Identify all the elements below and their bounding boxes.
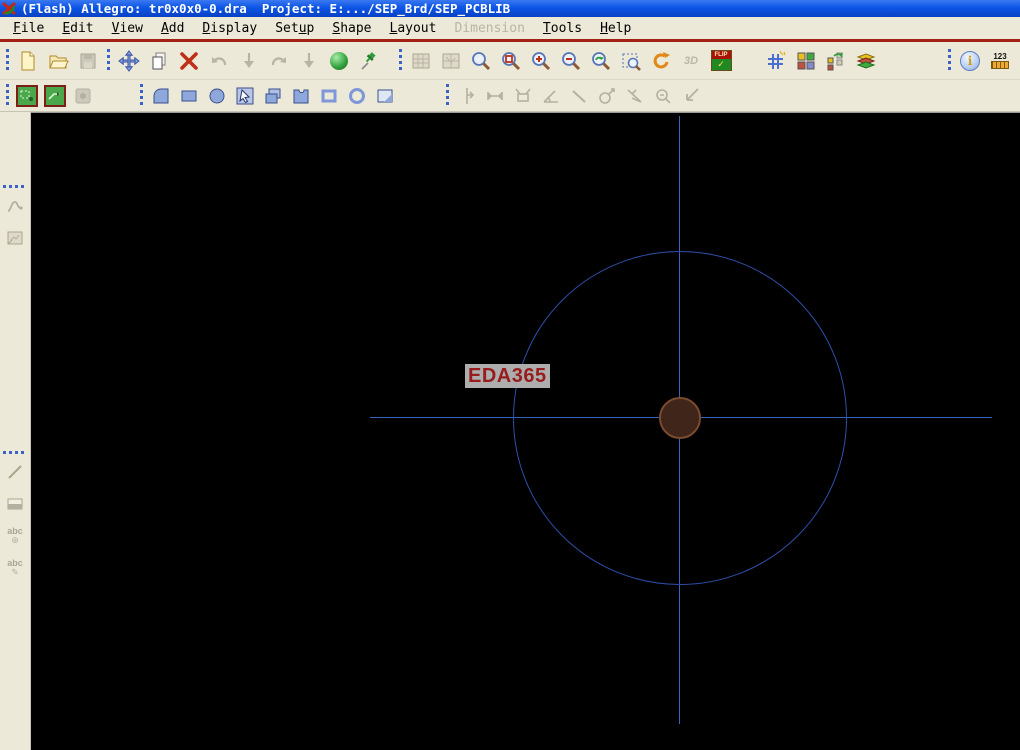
rats-components-button <box>437 47 465 75</box>
zoom-fit-button[interactable] <box>467 47 495 75</box>
shape-add-arc-button[interactable] <box>148 83 174 109</box>
eda365-label[interactable]: EDA365 <box>465 364 550 388</box>
zoom-points-button[interactable] <box>497 47 525 75</box>
rect-tool-button <box>2 490 28 518</box>
allegro-window: (Flash) Allegro: tr0x0x0-0.dra Project: … <box>0 0 1020 750</box>
menu-view[interactable]: View <box>103 19 152 38</box>
show-measure-button[interactable]: 123 <box>986 47 1014 75</box>
report-tool-button <box>2 224 28 252</box>
zoom-out-button[interactable] <box>557 47 585 75</box>
delete-button[interactable] <box>175 47 203 75</box>
menu-add[interactable]: Add <box>152 19 193 38</box>
toolbar-drag-handle[interactable] <box>5 82 10 109</box>
toolbar-drag-handle[interactable] <box>947 47 952 74</box>
shape-polygon-button[interactable] <box>288 83 314 109</box>
menu-file[interactable]: File <box>4 19 53 38</box>
menu-tools[interactable]: Tools <box>534 19 591 38</box>
color-dialog-button[interactable] <box>792 47 820 75</box>
new-file-button[interactable] <box>14 47 42 75</box>
toolbar-drag-handle[interactable] <box>445 82 450 109</box>
cancel-button <box>235 47 263 75</box>
shape-circle-unfilled-button[interactable] <box>344 83 370 109</box>
open-file-button[interactable] <box>44 47 72 75</box>
3d-icon: 3D <box>683 54 699 67</box>
app-icon <box>2 1 17 16</box>
shape-rect-unfilled-button[interactable] <box>316 83 342 109</box>
menu-dimension: Dimension <box>454 20 525 36</box>
sidebar-drag-handle[interactable] <box>2 184 28 189</box>
dim-leader-button <box>510 83 536 109</box>
menu-layout[interactable]: Layout <box>381 19 446 38</box>
dim-diameter-button <box>594 83 620 109</box>
toolbar-drag-handle[interactable] <box>106 47 111 74</box>
shape-select-button[interactable] <box>232 83 258 109</box>
menu-display[interactable]: Display <box>193 19 266 38</box>
dim-angular-button <box>538 83 564 109</box>
pad-center-dot[interactable] <box>659 397 701 439</box>
sidebar-drag-handle[interactable] <box>2 450 28 455</box>
spline-tool-button <box>2 192 28 220</box>
info-icon: i <box>960 50 980 71</box>
highlight-sphere-icon <box>330 51 348 70</box>
pad-route-icon <box>44 84 66 107</box>
dim-inspect-button <box>650 83 676 109</box>
grid-toggle-button[interactable] <box>762 47 790 75</box>
shadow-mode-button[interactable] <box>852 47 880 75</box>
shape-toolbar <box>0 80 1020 112</box>
design-canvas[interactable]: EDA365 <box>31 112 1020 750</box>
shape-add-circle-button[interactable] <box>204 83 230 109</box>
pad-board-icon <box>16 84 38 107</box>
ruler-icon <box>991 61 1009 69</box>
dim-linear-button <box>454 83 480 109</box>
shape-copy-button[interactable] <box>260 83 286 109</box>
dim-datum-button <box>678 83 704 109</box>
menu-bar: File Edit View Add Display Setup Shape Layout Di… <box>0 17 1020 39</box>
dim-cut-button <box>622 83 648 109</box>
repeat-button <box>295 47 323 75</box>
dim-diagonal-button <box>566 83 592 109</box>
main-area: abc ⊕ abc ✎ EDA365 <box>0 112 1020 750</box>
shape-corner-button[interactable] <box>372 83 398 109</box>
flip-design-button[interactable]: FLIP ✓ <box>707 47 735 75</box>
redraw-button[interactable] <box>647 47 675 75</box>
text-edit-tool-button: abc ✎ <box>2 554 28 582</box>
pad-save-button <box>70 83 96 109</box>
redo-button <box>265 47 293 75</box>
menu-edit[interactable]: Edit <box>53 19 102 38</box>
show-element-button[interactable]: i <box>956 47 984 75</box>
copy-button[interactable] <box>145 47 173 75</box>
swap-mode-button[interactable] <box>822 47 850 75</box>
highlight-button[interactable] <box>325 47 353 75</box>
line-tool-button <box>2 458 28 486</box>
text-add-tool-button: abc ⊕ <box>2 522 28 550</box>
pin-button[interactable] <box>355 47 383 75</box>
toolbar-drag-handle[interactable] <box>5 47 10 74</box>
dim-distance-button <box>482 83 508 109</box>
flip-icon: FLIP ✓ <box>710 50 732 71</box>
text-add-icon: abc ⊕ <box>7 526 23 545</box>
menu-setup[interactable]: Setup <box>266 19 323 38</box>
pad-designer-b-button[interactable] <box>42 83 68 109</box>
toolbar-drag-handle[interactable] <box>398 47 403 74</box>
move-button[interactable] <box>115 47 143 75</box>
zoom-previous-button[interactable] <box>587 47 615 75</box>
menu-help[interactable]: Help <box>591 19 640 38</box>
undo-button <box>205 47 233 75</box>
3d-view-button: 3D <box>677 47 705 75</box>
zoom-selection-button[interactable] <box>617 47 645 75</box>
text-edit-icon: abc ✎ <box>7 558 23 577</box>
rats-all-button <box>407 47 435 75</box>
menu-shape[interactable]: Shape <box>323 19 380 38</box>
window-title: (Flash) Allegro: tr0x0x0-0.dra Project: … <box>21 1 511 16</box>
measure-icon: 123 <box>991 52 1009 69</box>
save-file-button <box>74 47 102 75</box>
shape-add-rect-button[interactable] <box>176 83 202 109</box>
main-toolbar: 3D FLIP ✓ i 123 <box>0 42 1020 80</box>
left-sidebar: abc ⊕ abc ✎ <box>0 112 31 750</box>
title-bar[interactable]: (Flash) Allegro: tr0x0x0-0.dra Project: … <box>0 0 1020 17</box>
zoom-in-button[interactable] <box>527 47 555 75</box>
pad-designer-a-button[interactable] <box>14 83 40 109</box>
toolbar-drag-handle[interactable] <box>139 82 144 109</box>
